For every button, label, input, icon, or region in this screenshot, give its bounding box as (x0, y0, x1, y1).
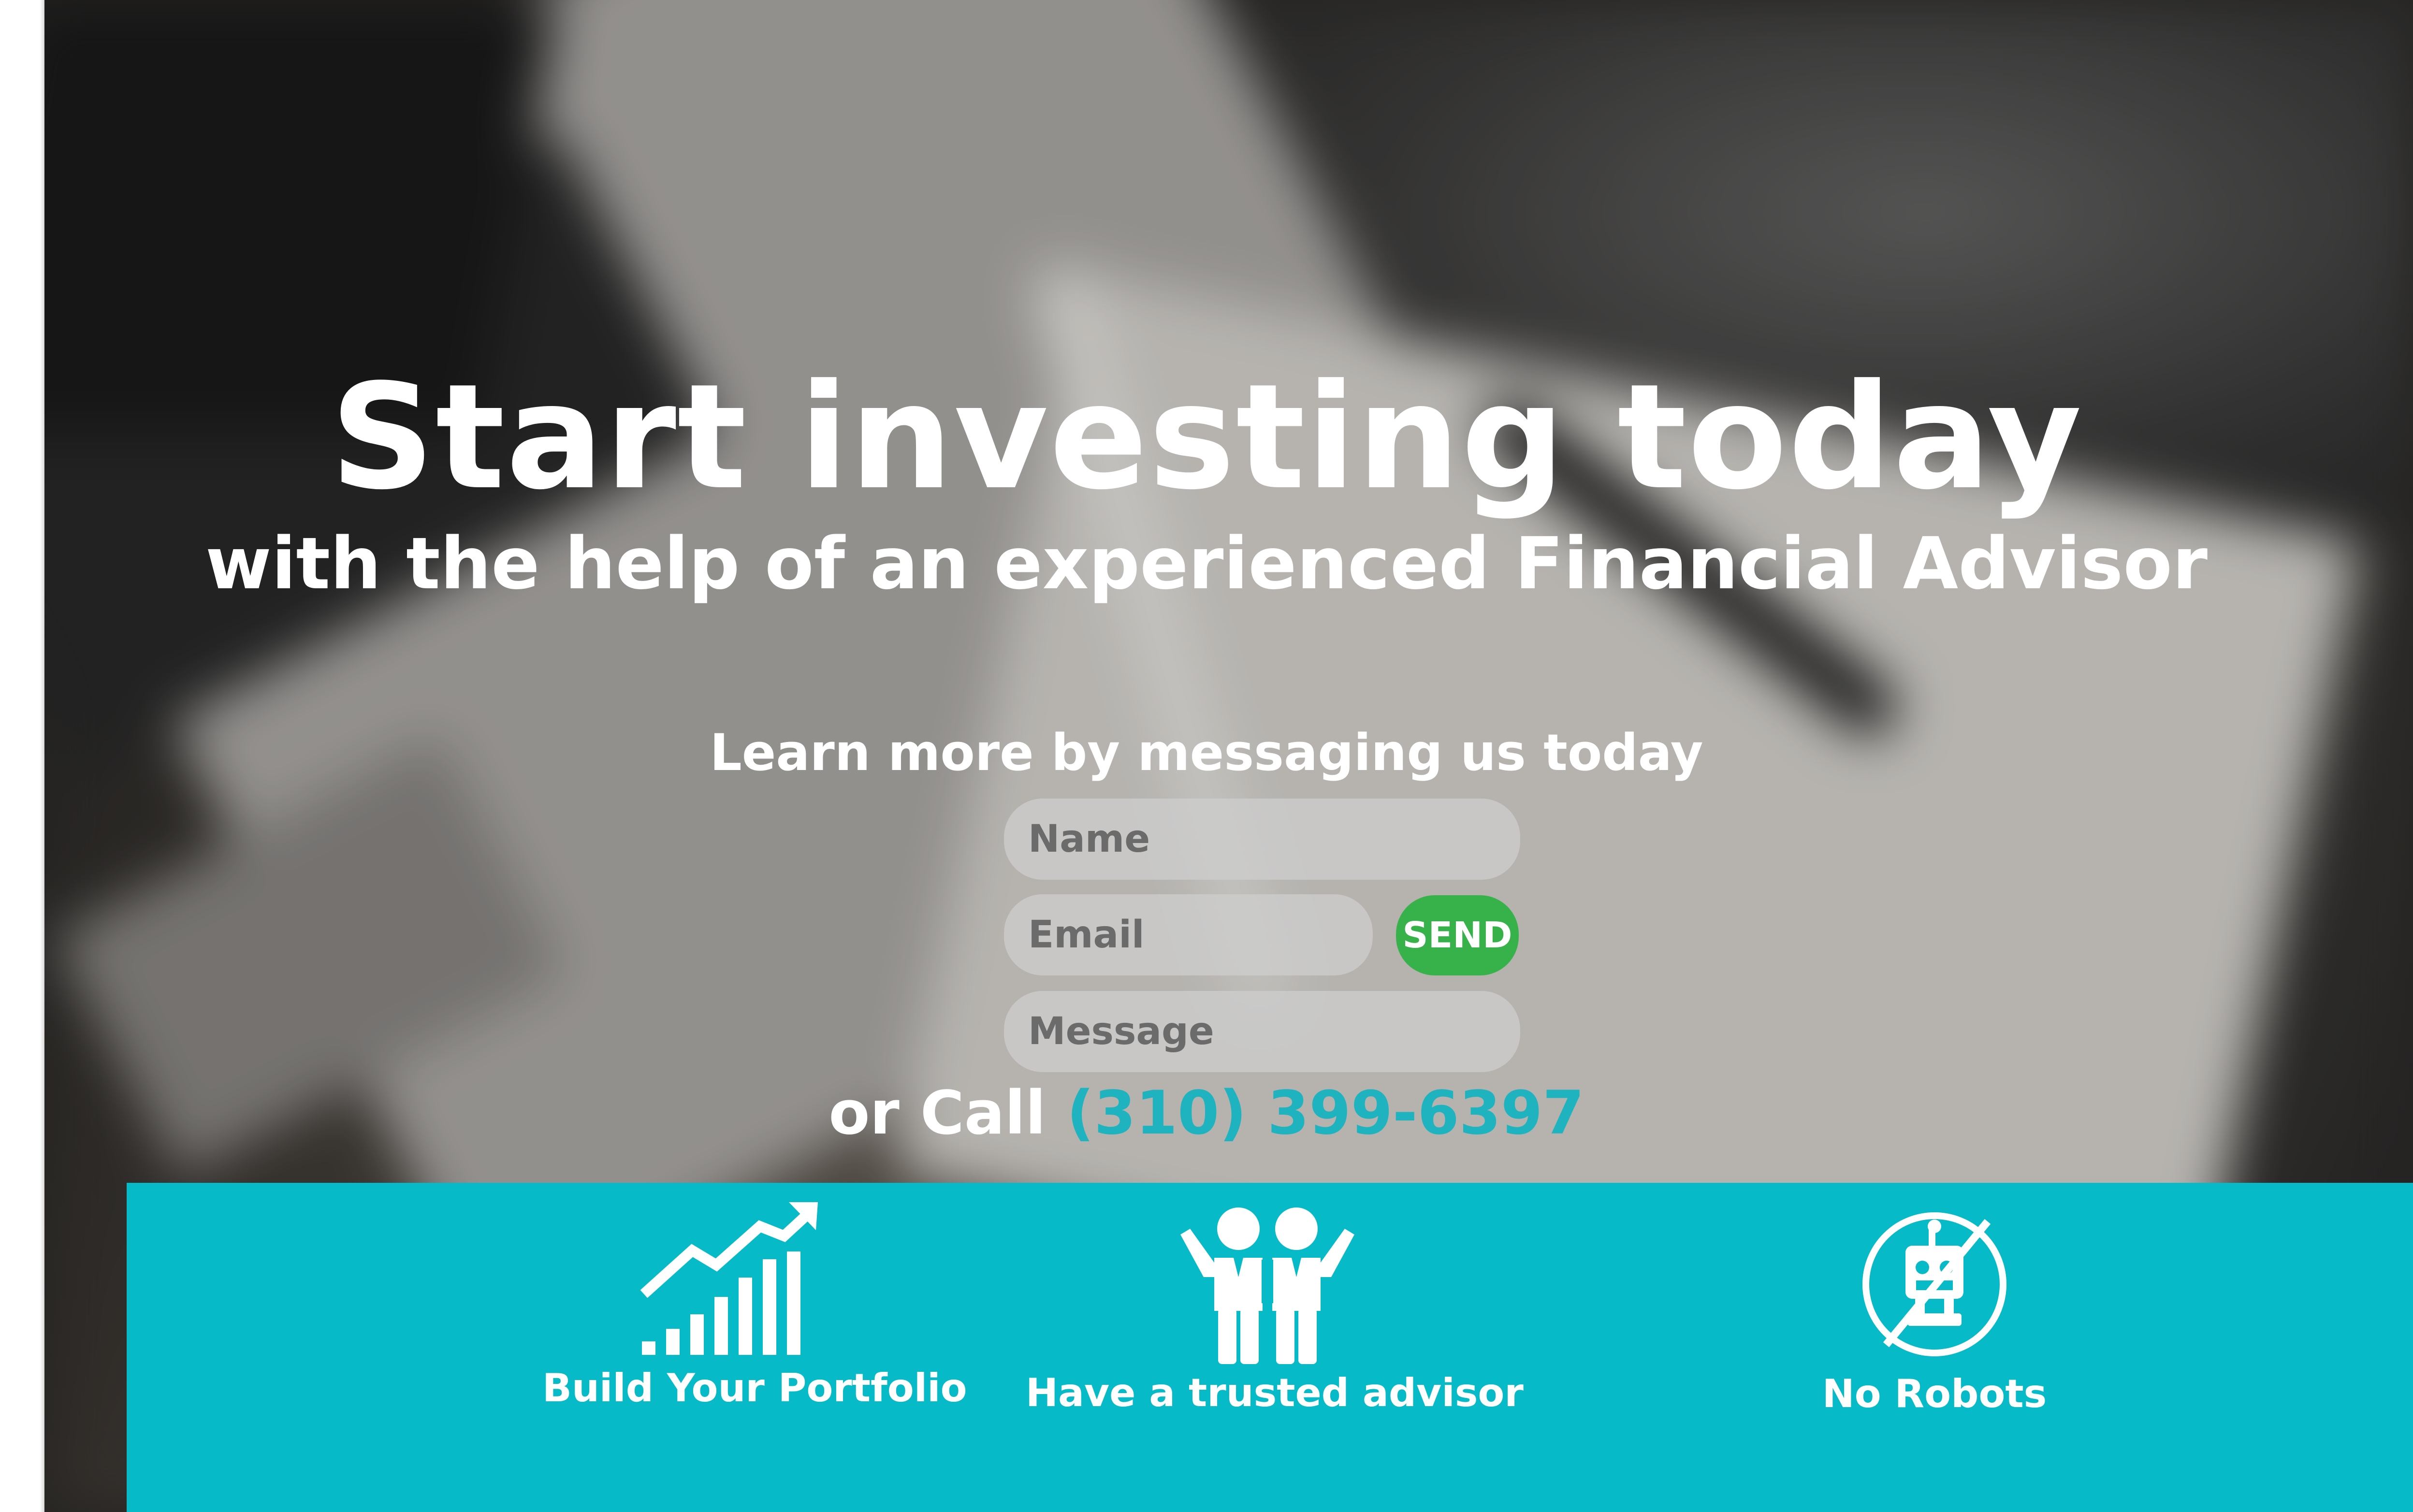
email-input[interactable] (1004, 894, 1373, 975)
hero-subheadline: with the help of an experienced Financia… (205, 522, 2208, 605)
feature-label-build-portfolio: Build Your Portfolio (542, 1366, 967, 1410)
two-people-icon (1180, 1207, 1354, 1364)
phone-link[interactable]: (310) 399-6397 (1067, 1078, 1584, 1148)
hero-headline: Start investing today (330, 353, 2083, 522)
message-input[interactable] (1004, 991, 1520, 1072)
feature-label-trusted-advisor: Have a trusted advisor (1026, 1370, 1524, 1415)
no-robot-icon (1862, 1212, 2006, 1356)
growth-chart-icon (640, 1202, 818, 1355)
landing-page: Start investing today with the help of a… (0, 0, 2413, 1512)
call-prefix: or Call (829, 1078, 1046, 1148)
call-line: or Call (310) 399-6397 (0, 1080, 2413, 1146)
feature-label-no-robots: No Robots (1822, 1371, 2047, 1416)
contact-prompt: Learn more by messaging us today (710, 723, 1703, 782)
name-input[interactable] (1004, 799, 1520, 880)
features-band: Build Your Portfolio Have a trusted advi… (127, 1183, 2413, 1512)
send-button[interactable]: SEND (1396, 895, 1519, 975)
